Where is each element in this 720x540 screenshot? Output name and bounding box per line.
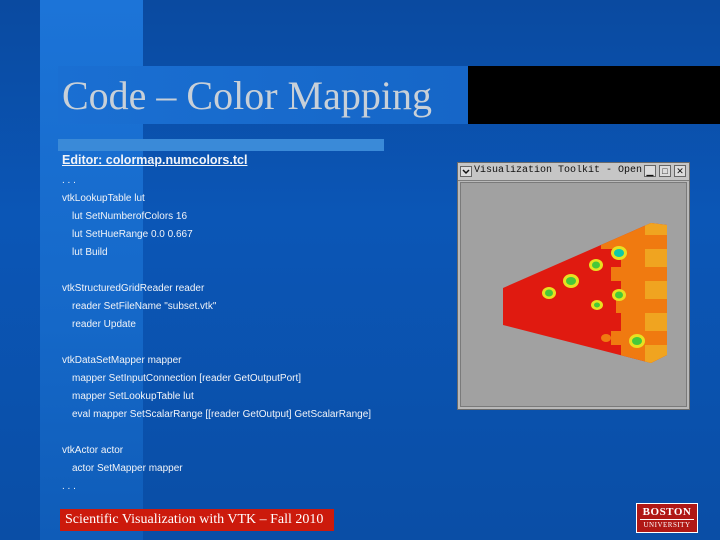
- code-line: mapper SetLookupTable lut: [72, 391, 194, 402]
- maximize-button[interactable]: □: [659, 165, 671, 177]
- logo-line-1: BOSTON: [642, 506, 692, 518]
- code-line: lut Build: [72, 247, 108, 258]
- code-line: vtkDataSetMapper mapper: [62, 355, 182, 366]
- boston-university-logo: BOSTON UNIVERSITY: [636, 503, 698, 533]
- code-line: mapper SetInputConnection [reader GetOut…: [72, 373, 302, 384]
- code-line: lut SetNumberofColors 16: [72, 211, 188, 222]
- maximize-icon: □: [662, 166, 668, 176]
- render-viewport[interactable]: [460, 182, 687, 407]
- code-block: Editor: colormap.numcolors.tcl . . . vtkL…: [62, 152, 462, 496]
- code-line: actor SetMapper mapper: [72, 463, 183, 474]
- minimize-icon: ▁: [646, 166, 654, 176]
- code-line: vtkStructuredGridReader reader: [62, 283, 205, 294]
- colormapped-surface: [503, 223, 667, 363]
- close-button[interactable]: ✕: [674, 165, 686, 177]
- close-icon: ✕: [676, 166, 684, 176]
- code-lines: . . . vtkLookupTable lut lut SetNumberofCo…: [62, 172, 462, 496]
- code-line: vtkLookupTable lut: [62, 193, 145, 204]
- window-titlebar[interactable]: Visualization Toolkit - OpenG ▁ □ ✕: [458, 163, 689, 181]
- code-line: vtkActor actor: [62, 445, 124, 456]
- logo-line-2: UNIVERSITY: [640, 519, 694, 530]
- code-line: lut SetHueRange 0.0 0.667: [72, 229, 193, 240]
- code-line: . . .: [62, 481, 76, 492]
- footer-text: Scientific Visualization with VTK – Fall…: [65, 512, 324, 527]
- code-line: eval mapper SetScalarRange [[reader GetO…: [72, 409, 372, 420]
- title-band-dark: [468, 66, 720, 124]
- slide-title: Code – Color Mapping: [62, 73, 432, 118]
- code-line: reader SetFileName "subset.vtk": [72, 301, 217, 312]
- window-title: Visualization Toolkit - OpenG: [474, 165, 642, 176]
- chevron-down-icon[interactable]: [460, 166, 472, 177]
- code-line: . . .: [62, 175, 76, 186]
- minimize-button[interactable]: ▁: [644, 165, 656, 177]
- editor-header: Editor: colormap.numcolors.tcl: [62, 153, 248, 167]
- title-rule: [58, 139, 384, 151]
- code-line: reader Update: [72, 319, 136, 330]
- render-window[interactable]: Visualization Toolkit - OpenG ▁ □ ✕: [457, 162, 690, 410]
